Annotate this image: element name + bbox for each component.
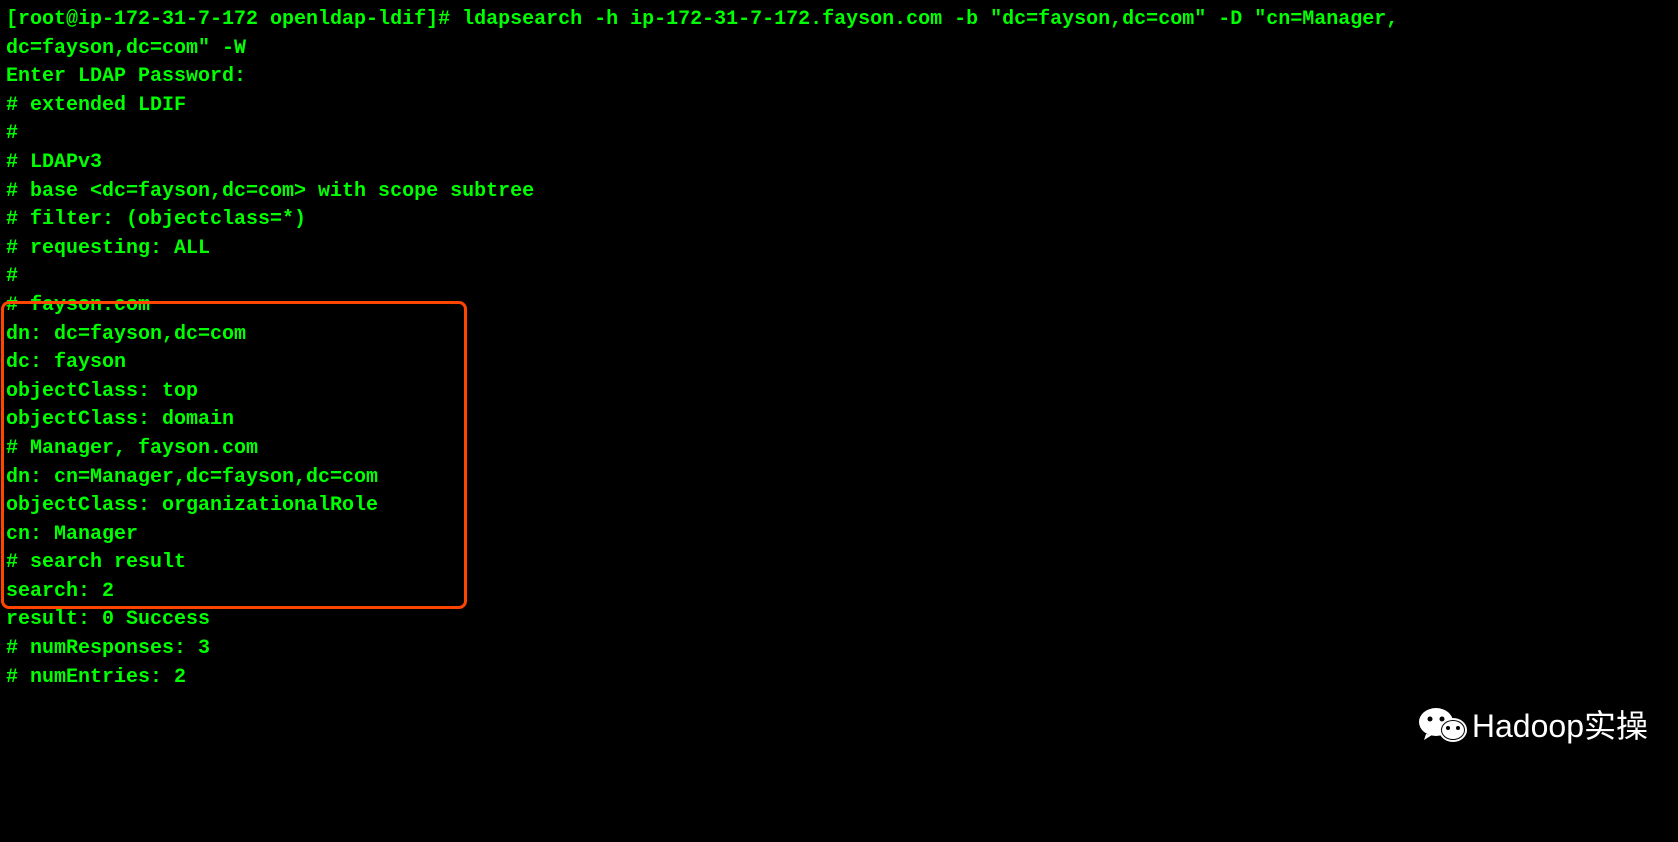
entry-line: # Manager, fayson.com	[6, 435, 1672, 464]
wechat-icon	[1418, 704, 1468, 744]
password-prompt: Enter LDAP Password:	[6, 63, 1672, 92]
terminal-output: [root@ip-172-31-7-172 openldap-ldif]# ld…	[6, 6, 1672, 692]
entry-line: objectClass: top	[6, 378, 1672, 407]
entry-line: cn: Manager	[6, 521, 1672, 550]
entry-line: # fayson.com	[6, 292, 1672, 321]
watermark-text: Hadoop实操	[1472, 701, 1648, 747]
output-line: # numResponses: 3	[6, 635, 1672, 664]
entry-line: dc: fayson	[6, 349, 1672, 378]
output-line: #	[6, 120, 1672, 149]
output-line: # requesting: ALL	[6, 235, 1672, 264]
watermark: Hadoop实操	[1418, 701, 1648, 747]
command-line-2: dc=fayson,dc=com" -W	[6, 35, 1672, 64]
output-line: search: 2	[6, 578, 1672, 607]
output-line: # search result	[6, 549, 1672, 578]
output-line: # base <dc=fayson,dc=com> with scope sub…	[6, 178, 1672, 207]
output-line: # numEntries: 2	[6, 664, 1672, 693]
output-line: # filter: (objectclass=*)	[6, 206, 1672, 235]
output-line: # extended LDIF	[6, 92, 1672, 121]
entry-line: dn: dc=fayson,dc=com	[6, 321, 1672, 350]
entry-line: dn: cn=Manager,dc=fayson,dc=com	[6, 464, 1672, 493]
entry-line: objectClass: organizationalRole	[6, 492, 1672, 521]
output-line: # LDAPv3	[6, 149, 1672, 178]
output-line: result: 0 Success	[6, 606, 1672, 635]
command-line-1: [root@ip-172-31-7-172 openldap-ldif]# ld…	[6, 6, 1672, 35]
entry-line: objectClass: domain	[6, 406, 1672, 435]
output-line: #	[6, 263, 1672, 292]
